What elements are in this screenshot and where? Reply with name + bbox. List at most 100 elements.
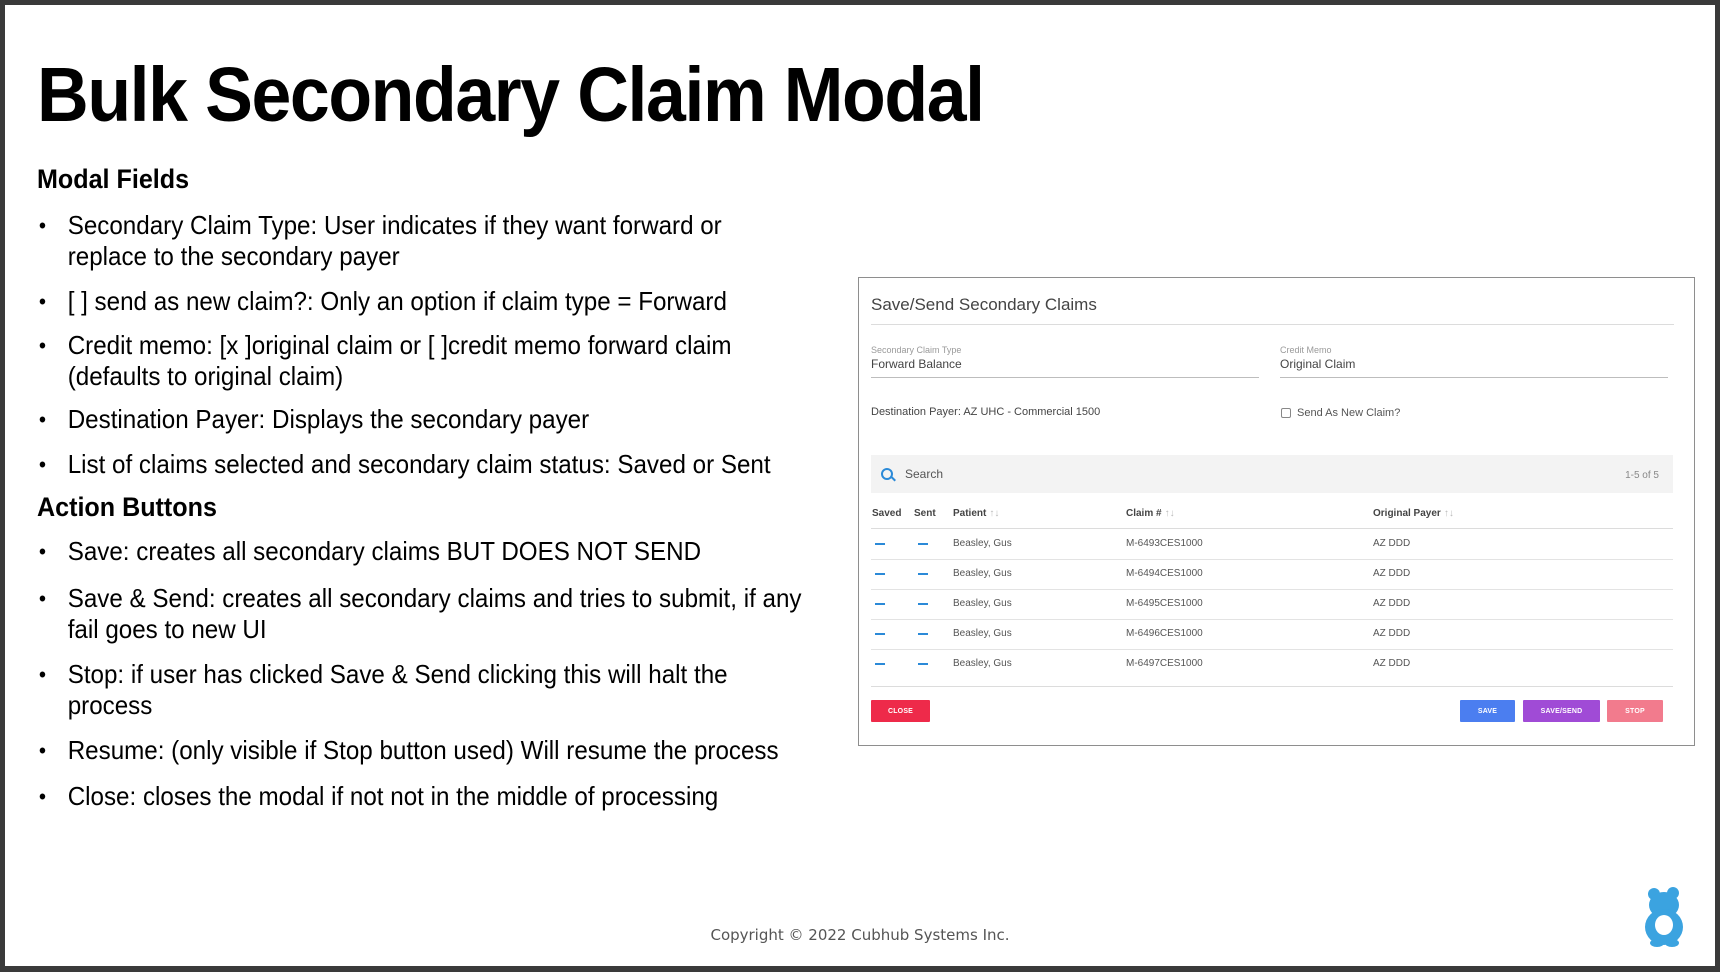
bullet-text: [ ] send as new claim?: Only an option i…	[67, 285, 727, 316]
column-header-saved: Saved	[872, 508, 901, 519]
sort-icon[interactable]: ↑↓	[1444, 508, 1454, 519]
field-underline	[1280, 377, 1668, 378]
bullet-text: Credit memo: [x ]original claim or [ ]cr…	[67, 329, 732, 391]
save-button[interactable]: SAVE	[1460, 700, 1515, 722]
column-header-label: Sent	[914, 508, 936, 519]
claim-cell: M-6496CES1000	[1126, 628, 1203, 639]
column-header-sent: Sent	[914, 508, 936, 519]
save-send-button[interactable]: SAVE/SEND	[1523, 700, 1600, 722]
bullet-credit-memo: • Credit memo: [x ]original claim or [ ]…	[37, 330, 804, 392]
bullet-send-as-new-claim: • [ ] send as new claim?: Only an option…	[37, 286, 804, 317]
sent-status-dash-icon	[918, 663, 928, 665]
column-header-label: Claim #	[1126, 508, 1162, 519]
sent-status-dash-icon	[918, 573, 928, 575]
bullet-icon: •	[38, 738, 47, 764]
payer-cell: AZ DDD	[1373, 598, 1411, 609]
payer-cell: AZ DDD	[1373, 568, 1411, 579]
bullet-save: • Save: creates all secondary claims BUT…	[37, 536, 804, 567]
payer-cell: AZ DDD	[1373, 628, 1411, 639]
patient-cell: Beasley, Gus	[953, 658, 1012, 669]
sort-icon[interactable]: ↑↓	[1165, 508, 1175, 519]
claim-cell: M-6497CES1000	[1126, 658, 1203, 669]
bullet-icon: •	[38, 539, 47, 565]
patient-cell: Beasley, Gus	[953, 538, 1012, 549]
column-header-label: Patient	[953, 508, 987, 519]
bullet-icon: •	[38, 212, 47, 238]
bullet-text: Close: closes the modal if not not in th…	[67, 781, 719, 812]
search-bar[interactable]: Search 1-5 of 5	[871, 455, 1673, 493]
secondary-claims-modal: Save/Send Secondary Claims Secondary Cla…	[858, 277, 1695, 746]
bullet-text: Resume: (only visible if Stop button use…	[67, 735, 779, 766]
slide-title: Bulk Secondary Claim Modal	[37, 52, 985, 138]
credit-memo-value[interactable]: Original Claim	[1280, 356, 1668, 372]
send-as-new-claim-checkbox[interactable]	[1281, 408, 1291, 418]
patient-cell: Beasley, Gus	[953, 628, 1012, 639]
sort-icon[interactable]: ↑↓	[989, 508, 999, 519]
table-row[interactable]: Beasley, Gus M-6497CES1000 AZ DDD	[871, 649, 1673, 679]
stop-button[interactable]: STOP	[1607, 700, 1663, 722]
bullet-claims-list: • List of claims selected and secondary …	[37, 449, 804, 480]
bullet-icon: •	[38, 288, 47, 314]
table-row[interactable]: Beasley, Gus M-6496CES1000 AZ DDD	[871, 619, 1673, 650]
modal-title: Save/Send Secondary Claims	[871, 295, 1097, 314]
payer-cell: AZ DDD	[1373, 658, 1411, 669]
claim-cell: M-6494CES1000	[1126, 568, 1203, 579]
search-icon	[881, 468, 893, 480]
saved-status-dash-icon	[875, 633, 885, 635]
field-underline	[871, 377, 1259, 378]
modal-header-divider	[871, 324, 1674, 325]
destination-payer: Destination Payer: AZ UHC - Commercial 1…	[871, 406, 1101, 418]
send-as-new-claim-label: Send As New Claim?	[1297, 407, 1401, 419]
bullet-icon: •	[38, 332, 47, 358]
bullet-icon: •	[38, 784, 47, 810]
bullet-resume: • Resume: (only visible if Stop button u…	[37, 735, 804, 766]
copyright-footer: Copyright © 2022 Cubhub Systems Inc.	[710, 926, 1010, 944]
bullet-stop: • Stop: if user has clicked Save & Send …	[37, 659, 804, 721]
close-button[interactable]: CLOSE	[871, 700, 930, 722]
saved-status-dash-icon	[875, 573, 885, 575]
table-row[interactable]: Beasley, Gus M-6494CES1000 AZ DDD	[871, 559, 1673, 590]
bullet-close: • Close: closes the modal if not not in …	[37, 781, 804, 812]
secondary-claim-type-label: Secondary Claim Type	[871, 345, 962, 355]
saved-status-dash-icon	[875, 663, 885, 665]
slide-body: Modal Fields • Secondary Claim Type: Use…	[37, 164, 804, 812]
column-header-original-payer[interactable]: Original Payer ↑↓	[1373, 508, 1454, 519]
table-row[interactable]: Beasley, Gus M-6495CES1000 AZ DDD	[871, 589, 1673, 620]
patient-cell: Beasley, Gus	[953, 568, 1012, 579]
bullet-text: Destination Payer: Displays the secondar…	[67, 403, 590, 434]
section-heading-action-buttons: Action Buttons	[37, 491, 217, 522]
action-buttons-list: • Save: creates all secondary claims BUT…	[37, 536, 804, 812]
credit-memo-field[interactable]: Credit Memo Original Claim	[1280, 345, 1668, 378]
bullet-secondary-claim-type: • Secondary Claim Type: User indicates i…	[37, 210, 804, 272]
sent-status-dash-icon	[918, 543, 928, 545]
send-as-new-claim-option[interactable]: Send As New Claim?	[1281, 407, 1400, 419]
claim-cell: M-6495CES1000	[1126, 598, 1203, 609]
secondary-claim-type-value[interactable]: Forward Balance	[871, 356, 1259, 372]
sent-status-dash-icon	[918, 603, 928, 605]
section-heading-modal-fields: Modal Fields	[37, 164, 190, 194]
patient-cell: Beasley, Gus	[953, 598, 1012, 609]
pagination-count: 1-5 of 5	[1625, 470, 1659, 481]
bullet-text: List of claims selected and secondary cl…	[67, 448, 771, 479]
bullet-text: Save: creates all secondary claims BUT D…	[67, 536, 702, 567]
claim-cell: M-6493CES1000	[1126, 538, 1203, 549]
slide: Bulk Secondary Claim Modal Modal Fields …	[5, 5, 1715, 966]
column-header-label: Original Payer	[1373, 508, 1441, 519]
bullet-save-send: • Save & Send: creates all secondary cla…	[37, 583, 804, 645]
sent-status-dash-icon	[918, 633, 928, 635]
search-input[interactable]: Search	[905, 467, 943, 481]
bullet-icon: •	[38, 586, 47, 612]
modal-footer-divider	[871, 686, 1673, 687]
column-header-claim[interactable]: Claim # ↑↓	[1126, 508, 1175, 519]
table-row[interactable]: Beasley, Gus M-6493CES1000 AZ DDD	[871, 529, 1673, 560]
bear-cub-logo-icon	[1645, 887, 1683, 947]
saved-status-dash-icon	[875, 603, 885, 605]
modal-fields-list: • Secondary Claim Type: User indicates i…	[37, 210, 804, 480]
bullet-text: Save & Send: creates all secondary claim…	[67, 583, 802, 645]
column-header-patient[interactable]: Patient ↑↓	[953, 508, 999, 519]
bullet-icon: •	[38, 451, 47, 477]
bullet-text: Secondary Claim Type: User indicates if …	[67, 209, 722, 271]
bullet-icon: •	[38, 406, 47, 432]
credit-memo-label: Credit Memo	[1280, 345, 1332, 355]
secondary-claim-type-field[interactable]: Secondary Claim Type Forward Balance	[871, 345, 1259, 378]
